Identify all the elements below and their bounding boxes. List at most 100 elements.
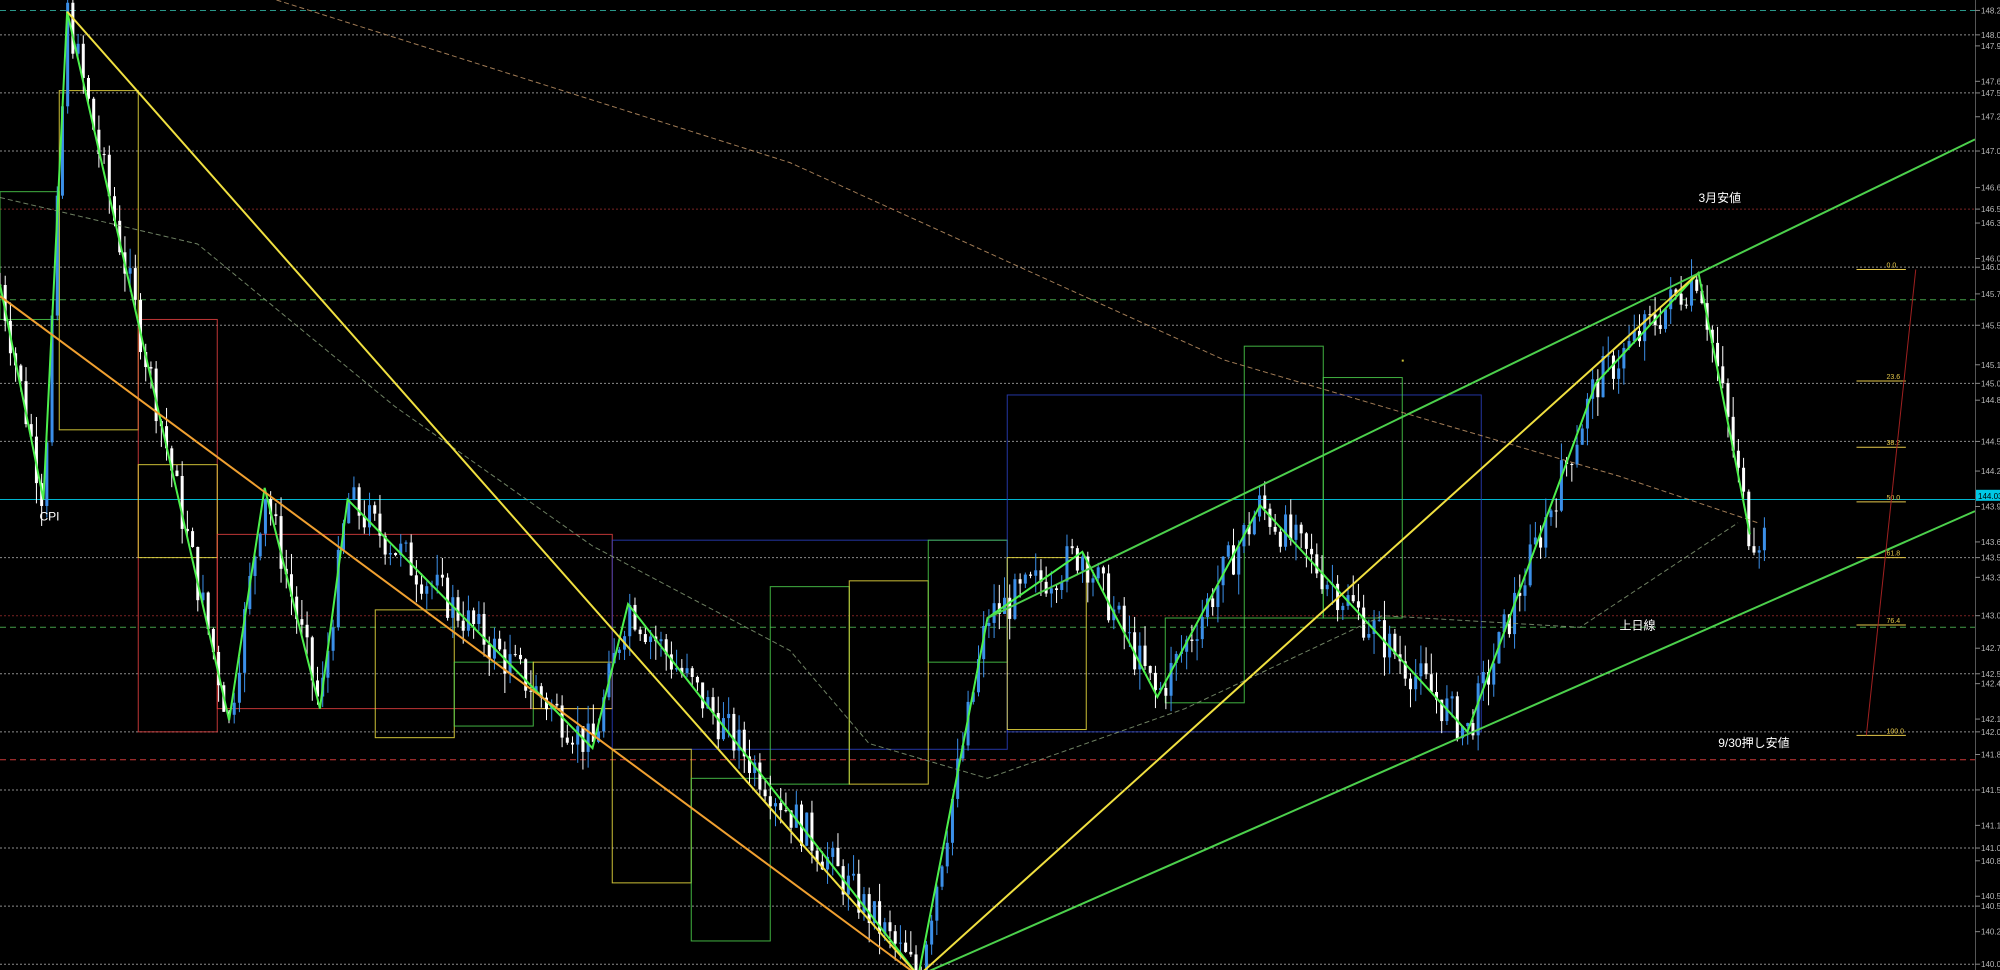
range-box[interactable] [690,777,771,942]
candle-body [1455,696,1459,739]
fib-trend-line[interactable] [1865,269,1917,736]
candle-body [1664,309,1668,329]
candle-body [732,713,736,751]
candle-body [1721,366,1725,384]
candle-body [1679,293,1683,305]
candle-body [1299,524,1303,534]
chart-annotation: 9/30押し安値 [1718,735,1789,750]
candle-body [1190,639,1194,642]
candle-body [898,942,902,944]
candle-body [1611,355,1615,379]
candle-body [1304,533,1308,549]
range-box[interactable] [611,748,692,884]
range-box[interactable] [1322,377,1403,619]
candle-body [1310,548,1314,555]
candle-body [1315,554,1319,574]
candle-body [1101,567,1105,574]
candle-body [1356,601,1360,608]
chart-annotation: 上日線 [1620,618,1656,633]
candle-body [1148,665,1152,673]
candle-body [1419,663,1423,677]
candle-body [940,866,944,887]
candle-body [1580,428,1584,445]
candle-body [1055,588,1059,590]
candle-body [352,487,356,500]
candle-body [456,597,460,621]
candle-body [1070,546,1074,549]
candle-body [774,803,778,807]
candle-body [690,668,694,677]
candle-body [1362,607,1366,638]
trend-line[interactable] [918,510,1976,970]
candle-body [805,812,809,846]
candle-body [149,367,153,369]
candle-body [498,638,502,650]
moving-average-line[interactable] [276,0,1758,524]
candle-body [1023,574,1027,584]
candle-body [472,610,476,624]
candle-body [414,575,418,585]
candle-body [1559,460,1563,511]
candle-body [258,533,262,557]
fib-level-label: 0.0 [1887,263,1897,270]
candle-body [659,639,663,642]
range-box[interactable] [0,191,60,320]
candle-body [1237,546,1241,575]
candle-body [1757,550,1761,553]
candle-body [1341,605,1345,611]
candle-body [836,847,840,867]
chart-annotation: 3月安値 [1699,190,1742,205]
candle-body [685,668,689,674]
candle-body [628,604,632,637]
range-box[interactable] [848,580,929,785]
range-box[interactable] [1243,345,1324,619]
candle-body [1690,279,1694,306]
candle-body [440,574,444,578]
candle-body [904,942,908,952]
range-box[interactable] [137,464,218,559]
candle-body [1554,510,1558,512]
candle-body [191,531,195,547]
range-box[interactable] [453,661,534,727]
candle-body [1091,578,1095,583]
range-box[interactable] [374,609,455,739]
candle-body [1153,672,1157,691]
trend-line[interactable] [918,272,1700,970]
candle-body [300,619,304,625]
candle-body [1325,584,1329,590]
fib-level-label: 100.0 [1887,728,1905,735]
candle-body [1127,632,1131,634]
candle-body [425,586,429,594]
candle-body [1414,676,1418,690]
candle-body [1029,574,1033,576]
candle-body [1195,639,1199,642]
candle-body [758,762,762,790]
price-axis-panel [1975,0,2000,970]
candle-body [305,624,309,638]
candle-body [701,682,705,709]
candle-body [409,542,413,576]
candle-body [1075,548,1079,571]
range-box[interactable] [769,586,850,785]
price-chart[interactable]: 0.0 23.6 38.2 50.0 61.8 76.4 100.0 3月安値 9/30押し安値… [0,0,2000,970]
candle-body [831,847,835,857]
candle-body [565,737,569,743]
candle-body [1762,527,1766,551]
candle-body [1278,531,1282,547]
candle-body [763,789,767,797]
candle-body [1232,545,1236,575]
fib-level-label: 23.6 [1887,374,1901,381]
candle-body [643,634,647,643]
candle-body [1658,325,1662,329]
candle-body [1742,467,1746,492]
candle-body [1263,495,1267,509]
range-box[interactable] [927,539,1008,663]
candle-body [1752,546,1756,553]
candle-body [1273,526,1277,532]
range-box[interactable] [137,318,218,733]
candle-body [102,154,106,156]
candle-body [518,654,522,660]
candle-body [571,742,575,745]
candle-body [86,77,90,99]
range-box[interactable] [1401,359,1404,362]
